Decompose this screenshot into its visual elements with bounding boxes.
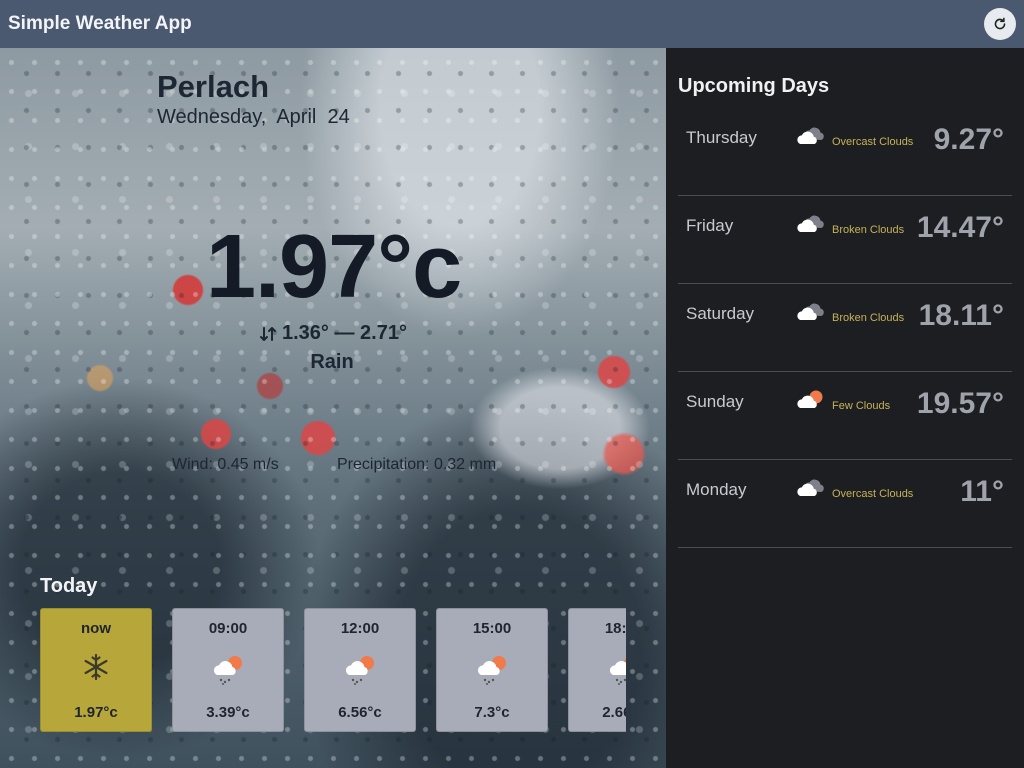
temperature-range-text: 1.36° — 2.71° [282,322,407,344]
day-row-saturday[interactable]: Saturday Broken Clouds 18.11° [678,284,1012,372]
day-temperature: 18.11° [918,299,1004,332]
today-heading: Today [40,575,98,597]
day-row-monday[interactable]: Monday Overcast Clouds 11° [678,460,1012,548]
weather-condition-text: Rain [310,351,354,373]
day-row-friday[interactable]: Friday Broken Clouds 14.47° [678,196,1012,284]
current-weather-panel: Perlach Wednesday, April 24 1.97°c 1.36°… [0,48,666,768]
day-description: Few Clouds [832,400,891,412]
hour-time: now [81,620,111,637]
day-name: Thursday [686,128,757,147]
hour-card-1500[interactable]: 15:00 7.3°c [436,608,548,732]
day-name: Friday [686,216,734,235]
current-date: Wednesday, April 24 [157,106,350,128]
up-down-arrows-icon [260,326,276,341]
day-temperature: 14.47° [916,211,1004,244]
broken-clouds-icon [797,215,824,232]
day-description: Broken Clouds [832,312,905,324]
upcoming-days-heading: Upcoming Days [678,75,830,97]
wind-speed: Wind: 0.45 m/s [172,456,279,473]
sun-cloud-snow-icon [213,656,242,685]
overcast-clouds-icon [797,127,824,144]
temperature-range: 1.36° — 2.71° [258,322,407,345]
day-temperature: 11° [960,475,1004,508]
hour-temp: 3.39°c [206,704,250,721]
refresh-button[interactable] [984,8,1016,40]
day-name: Monday [686,480,747,499]
overcast-clouds-icon [797,479,824,496]
hour-card-1800[interactable]: 18:00 2.66°c [568,608,626,732]
hour-card-now[interactable]: now 1.97°c [40,608,152,732]
app-title: Simple Weather App [8,13,192,34]
day-description: Broken Clouds [832,224,905,236]
hour-icon-wrap [41,653,151,681]
weather-condition: Rain [0,351,666,374]
day-name: Sunday [686,392,744,411]
broken-clouds-icon [797,303,824,320]
hour-time: 12:00 [340,620,380,637]
day-temperature: 19.57° [916,387,1004,420]
day-description: Overcast Clouds [832,136,914,148]
hour-temp: 7.3°c [474,704,510,721]
day-row-sunday[interactable]: Sunday Few Clouds 19.57° [678,372,1012,460]
sun-cloud-snow-icon [345,656,374,685]
day-description: Overcast Clouds [832,488,914,500]
few-clouds-icon [797,390,823,408]
snowflake-icon [84,653,108,681]
hour-temp: 6.56°c [338,704,382,721]
location-name: Perlach [157,69,270,104]
hour-time: 18:00 [604,620,626,637]
hour-temp: 1.97°c [74,704,118,721]
precipitation: Precipitation: 0.32 mm [337,456,497,473]
hour-icon-wrap [305,653,415,687]
day-row-thursday[interactable]: Thursday Overcast Clouds 9.27° [678,108,1012,196]
hour-icon-wrap [437,653,547,687]
hourly-forecast-strip[interactable]: now 1.97°c 09:00 3.39°c 12:00 6.56°c 15:… [40,608,626,732]
sun-cloud-snow-icon [610,658,626,685]
hour-time: 09:00 [208,620,248,637]
sun-cloud-snow-icon [477,656,506,685]
hour-card-1200[interactable]: 12:00 6.56°c [304,608,416,732]
refresh-icon [994,17,1006,30]
app-bar: Simple Weather App [0,0,1024,48]
current-temperature: 1.97°c [206,217,462,317]
hour-icon-wrap [569,653,626,687]
hour-temp: 2.66°c [602,704,626,721]
upcoming-days-panel: Upcoming Days Thursday Overcast Clouds 9… [666,48,1024,768]
hour-time: 15:00 [472,620,512,637]
hour-card-0900[interactable]: 09:00 3.39°c [172,608,284,732]
day-temperature: 9.27° [933,123,1004,156]
day-name: Saturday [686,304,755,323]
hour-icon-wrap [173,653,283,687]
